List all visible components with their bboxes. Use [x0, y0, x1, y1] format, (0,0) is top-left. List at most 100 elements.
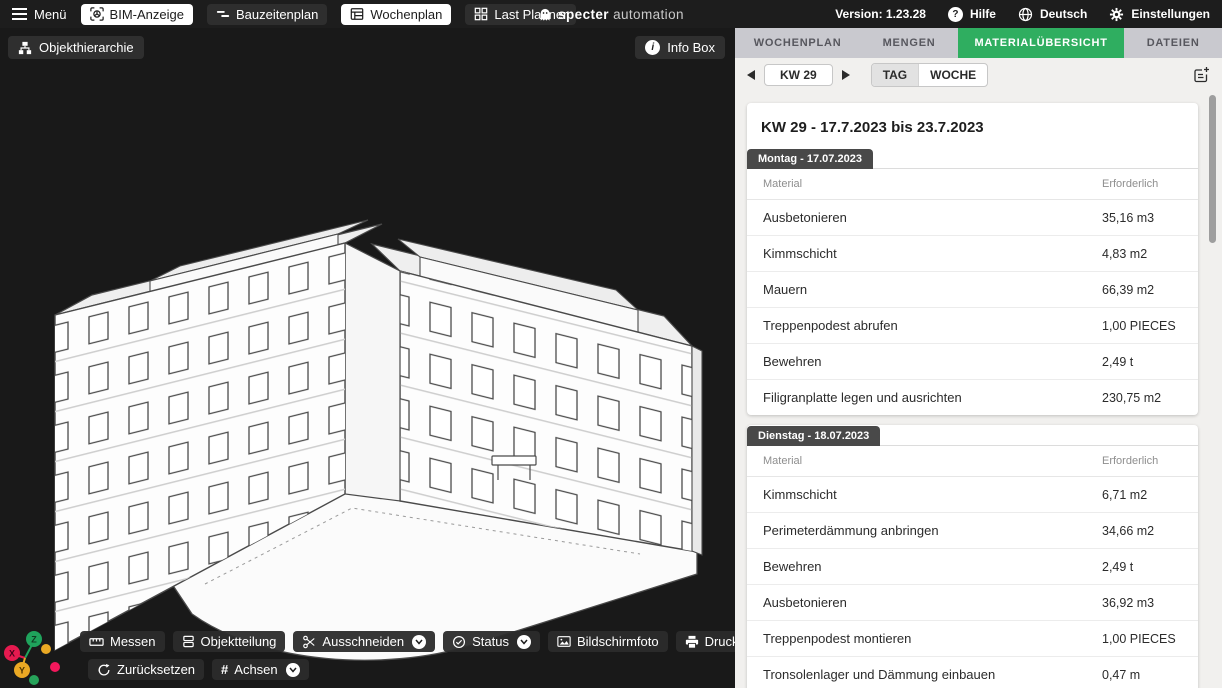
- help-button[interactable]: ? Hilfe: [948, 7, 996, 22]
- language-button[interactable]: Deutsch: [1018, 7, 1087, 22]
- week-title: KW 29 - 17.7.2023 bis 23.7.2023: [747, 103, 1198, 148]
- scrollbar[interactable]: [1209, 95, 1216, 243]
- material-row[interactable]: Ausbetonieren 36,92 m3: [747, 584, 1198, 620]
- day-week-toggle: TAG WOCHE: [871, 63, 988, 87]
- bim-3d-viewport[interactable]: Objekthierarchie i Info Box Messen Ob: [0, 28, 735, 688]
- status-button[interactable]: Status: [443, 631, 540, 652]
- material-required: 2,49 t: [1102, 560, 1182, 574]
- material-row[interactable]: Bewehren 2,49 t: [747, 548, 1198, 584]
- axes-icon: #: [221, 662, 228, 677]
- material-required: 35,16 m3: [1102, 211, 1182, 225]
- material-row[interactable]: Tronsolenlager und Dämmung einbauen 0,47…: [747, 656, 1198, 688]
- brand-logo: specter automation: [538, 7, 684, 22]
- brand-suffix: automation: [613, 7, 684, 22]
- column-required: Erforderlich: [1102, 178, 1182, 190]
- reset-button[interactable]: Zurücksetzen: [88, 659, 204, 680]
- settings-button[interactable]: Einstellungen: [1109, 7, 1210, 22]
- tab-wochenplan[interactable]: WOCHENPLAN: [735, 28, 860, 58]
- material-row[interactable]: Bewehren 2,49 t: [747, 343, 1198, 379]
- material-name: Kimmschicht: [763, 487, 1102, 502]
- material-name: Bewehren: [763, 354, 1102, 369]
- object-hierarchy-button[interactable]: Objekthierarchie: [8, 36, 144, 59]
- material-name: Bewehren: [763, 559, 1102, 574]
- axis-gizmo[interactable]: Z X Y: [4, 624, 66, 686]
- table-header: Material Erforderlich: [747, 169, 1198, 200]
- info-box-button[interactable]: i Info Box: [635, 36, 725, 59]
- version-label: Version: 1.23.28: [835, 7, 926, 21]
- material-name: Ausbetonieren: [763, 210, 1102, 225]
- nav-label: Bauzeitenplan: [236, 7, 318, 22]
- top-bar: Menü BIM-Anzeige Bauzeitenplan Wochenpla…: [0, 0, 1222, 28]
- material-row[interactable]: Filigranplatte legen und ausrichten 230,…: [747, 379, 1198, 415]
- nav-bim-anzeige[interactable]: BIM-Anzeige: [81, 4, 193, 25]
- question-icon: ?: [948, 7, 963, 22]
- material-row[interactable]: Kimmschicht 4,83 m2: [747, 235, 1198, 271]
- material-row[interactable]: Mauern 66,39 m2: [747, 271, 1198, 307]
- material-row[interactable]: Treppenpodest abrufen 1,00 PIECES: [747, 307, 1198, 343]
- gantt-icon: [216, 7, 230, 21]
- material-required: 34,66 m2: [1102, 524, 1182, 538]
- chevron-down-icon: [415, 639, 423, 645]
- tool-label: Druckvorschau: [705, 634, 735, 649]
- material-name: Tronsolenlager und Dämmung einbauen: [763, 667, 1102, 682]
- previous-week-button[interactable]: [747, 70, 755, 80]
- cut-button[interactable]: Ausschneiden: [293, 631, 435, 652]
- week-selector[interactable]: KW 29: [764, 64, 833, 86]
- chevron-down-icon: [520, 639, 528, 645]
- tool-label: Messen: [110, 634, 156, 649]
- triangle-left-icon: [747, 70, 755, 80]
- material-name: Perimeterdämmung anbringen: [763, 523, 1102, 538]
- add-note-button[interactable]: [1193, 66, 1210, 83]
- material-required: 1,00 PIECES: [1102, 319, 1182, 333]
- material-name: Filigranplatte legen und ausrichten: [763, 390, 1102, 405]
- tab-dateien[interactable]: DATEIEN: [1124, 28, 1222, 58]
- svg-text:Z: Z: [31, 635, 37, 645]
- column-material: Material: [763, 455, 1102, 467]
- language-label: Deutsch: [1040, 7, 1087, 21]
- material-name: Mauern: [763, 282, 1102, 297]
- viewport-toolbar: Messen Objektteilung Ausschneiden: [80, 631, 735, 680]
- object-split-button[interactable]: Objektteilung: [173, 631, 286, 652]
- menu-button[interactable]: Menü: [12, 7, 67, 22]
- material-name: Kimmschicht: [763, 246, 1102, 261]
- tool-label: Bildschirmfoto: [577, 634, 659, 649]
- grid-icon: [474, 7, 488, 21]
- material-required: 1,00 PIECES: [1102, 632, 1182, 646]
- next-week-button[interactable]: [842, 70, 850, 80]
- status-dropdown-button[interactable]: [517, 635, 531, 649]
- info-icon: i: [645, 40, 660, 55]
- material-required: 2,49 t: [1102, 355, 1182, 369]
- axes-button[interactable]: # Achsen: [212, 659, 309, 680]
- axes-dropdown-button[interactable]: [286, 663, 300, 677]
- material-required: 6,71 m2: [1102, 488, 1182, 502]
- toggle-woche[interactable]: WOCHE: [918, 64, 987, 86]
- object-hierarchy-label: Objekthierarchie: [39, 40, 134, 55]
- nav-wochenplan[interactable]: Wochenplan: [341, 4, 451, 25]
- material-table-monday: Material Erforderlich Ausbetonieren 35,1…: [747, 168, 1198, 415]
- topbar-right: Version: 1.23.28 ? Hilfe Deutsch Einstel…: [835, 7, 1210, 22]
- panel-tabs: WOCHENPLAN MENGEN MATERIALÜBERSICHT DATE…: [735, 28, 1222, 58]
- measure-button[interactable]: Messen: [80, 631, 165, 652]
- toggle-tag[interactable]: TAG: [872, 64, 918, 86]
- tab-mengen[interactable]: MENGEN: [860, 28, 958, 58]
- material-row[interactable]: Kimmschicht 6,71 m2: [747, 477, 1198, 512]
- material-name: Treppenpodest montieren: [763, 631, 1102, 646]
- material-row[interactable]: Treppenpodest montieren 1,00 PIECES: [747, 620, 1198, 656]
- cut-dropdown-button[interactable]: [412, 635, 426, 649]
- material-required: 66,39 m2: [1102, 283, 1182, 297]
- material-row[interactable]: Perimeterdämmung anbringen 34,66 m2: [747, 512, 1198, 548]
- material-row[interactable]: Ausbetonieren 35,16 m3: [747, 200, 1198, 235]
- column-required: Erforderlich: [1102, 455, 1182, 467]
- day-badge: Dienstag - 18.07.2023: [747, 426, 880, 446]
- nav-bauzeitenplan[interactable]: Bauzeitenplan: [207, 4, 327, 25]
- material-content[interactable]: KW 29 - 17.7.2023 bis 23.7.2023 Montag -…: [735, 91, 1222, 688]
- print-preview-button[interactable]: Druckvorschau: [676, 631, 735, 652]
- tool-label: Ausschneiden: [322, 634, 404, 649]
- gear-icon: [1109, 7, 1124, 22]
- material-required: 0,47 m: [1102, 668, 1182, 682]
- week-card: KW 29 - 17.7.2023 bis 23.7.2023 Montag -…: [747, 103, 1198, 415]
- scissors-icon: [302, 635, 316, 649]
- tab-materialuebersicht[interactable]: MATERIALÜBERSICHT: [958, 28, 1124, 58]
- weekplan-icon: [350, 7, 364, 21]
- screenshot-button[interactable]: Bildschirmfoto: [548, 631, 668, 652]
